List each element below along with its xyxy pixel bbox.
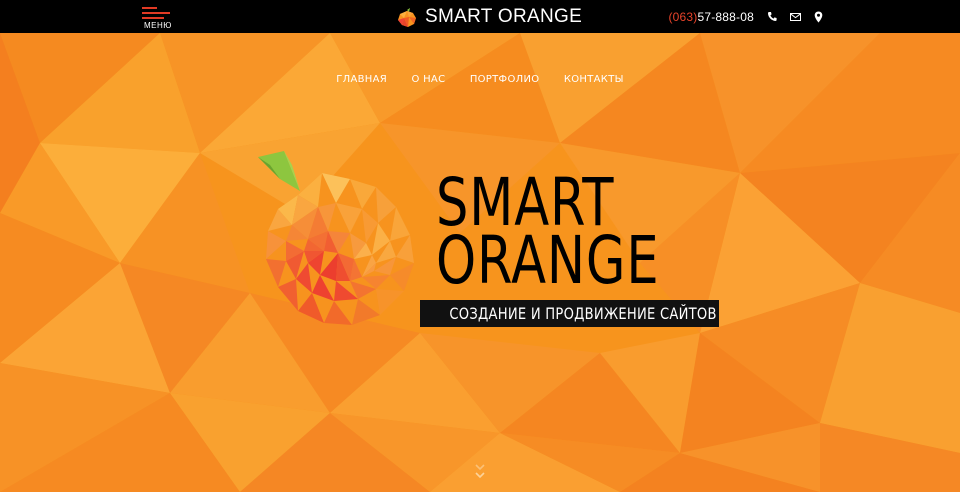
hamburger-line xyxy=(142,17,164,19)
brand[interactable]: SMART ORANGE xyxy=(396,4,582,29)
hamburger-icon xyxy=(142,7,157,9)
hero-tagline-text: СОЗДАНИЕ И ПРОДВИЖЕНИЕ САЙТОВ xyxy=(449,304,717,323)
nav-item-home[interactable]: ГЛАВНАЯ xyxy=(336,74,387,85)
orange-logo-icon xyxy=(398,7,416,27)
contacts: (063)57-888-08 xyxy=(668,0,823,33)
brand-name: SMART ORANGE xyxy=(425,5,583,27)
phone-number[interactable]: (063)57-888-08 xyxy=(668,10,754,24)
phone-digits: 57-888-08 xyxy=(697,9,754,24)
main-nav: ГЛАВНАЯ О НАС ПОРТФОЛИО КОНТАКТЫ xyxy=(0,69,960,87)
phone-icon[interactable] xyxy=(767,11,777,22)
hero-title-line2: ORANGE xyxy=(436,222,660,299)
nav-item-portfolio[interactable]: ПОРТФОЛИО xyxy=(470,74,540,85)
hero-tagline: СОЗДАНИЕ И ПРОДВИЖЕНИЕ САЙТОВ xyxy=(420,300,719,327)
location-pin-icon[interactable] xyxy=(814,11,823,23)
low-poly-orange-icon xyxy=(258,151,414,325)
nav-item-contacts[interactable]: КОНТАКТЫ xyxy=(564,74,624,85)
hero-section: ГЛАВНАЯ О НАС ПОРТФОЛИО КОНТАКТЫ SMART O… xyxy=(0,33,960,492)
hero-title: SMART ORANGE xyxy=(436,170,660,299)
menu-button[interactable]: МЕНЮ xyxy=(142,4,172,31)
top-bar: МЕНЮ SMART ORANGE (063)57-888-08 xyxy=(0,0,960,33)
nav-item-about[interactable]: О НАС xyxy=(411,74,445,85)
double-chevron-down-icon[interactable] xyxy=(473,461,487,487)
hamburger-line xyxy=(142,12,170,14)
menu-label: МЕНЮ xyxy=(144,21,172,30)
phone-code: (063) xyxy=(668,9,698,24)
mail-icon[interactable] xyxy=(790,12,801,21)
